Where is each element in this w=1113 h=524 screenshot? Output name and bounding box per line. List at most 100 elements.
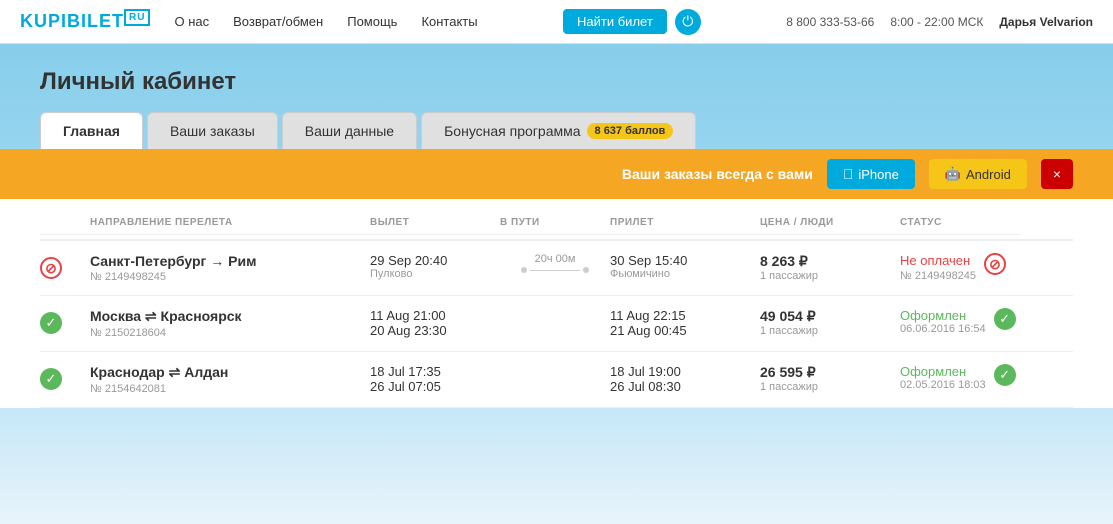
arrival-info: 18 Jul 19:00 26 Jul 08:30 [610, 364, 760, 394]
route-name: Санкт-Петербург → Рим [90, 253, 370, 269]
arrival-date: 18 Jul 19:00 [610, 364, 760, 379]
tab-orders[interactable]: Ваши заказы [147, 112, 278, 149]
departure-info: 29 Sep 20:40 Пулково [370, 253, 500, 280]
order-number: № 2154642081 [90, 383, 370, 395]
table-row[interactable]: ✓ Краснодар ⇌ Алдан № 2154642081 18 Jul … [40, 352, 1073, 408]
content-area: Ваши заказы всегда с вами  iPhone 🤖 And… [0, 149, 1113, 408]
power-button[interactable]: ⏻ [675, 9, 701, 35]
status-order-num: № 2149498245 [900, 270, 976, 282]
departure-date: 11 Aug 21:00 [370, 308, 500, 323]
arrival-info: 11 Aug 22:15 21 Aug 00:45 [610, 308, 760, 338]
status-label: Оформлен [900, 308, 986, 323]
departure-date2: 20 Aug 23:30 [370, 323, 500, 338]
col-status: СТАТУС [900, 207, 1020, 235]
arrival-date: 30 Sep 15:40 [610, 253, 760, 268]
departure-airport: Пулково [370, 268, 500, 280]
tab-bonus[interactable]: Бонусная программа 8 637 баллов [421, 112, 696, 149]
nav-returns[interactable]: Возврат/обмен [233, 14, 323, 29]
page-title-area: Личный кабинет [0, 44, 1113, 112]
apple-icon:  [843, 166, 854, 182]
search-input-text: Найти билет [577, 14, 653, 29]
arrival-date: 11 Aug 22:15 [610, 308, 760, 323]
page-title: Личный кабинет [40, 68, 1073, 96]
nav-about[interactable]: О нас [174, 14, 209, 29]
col-duration: В ПУТИ [500, 207, 610, 235]
col-arrival: ПРИЛЕТ [610, 207, 760, 235]
departure-info: 18 Jul 17:35 26 Jul 07:05 [370, 364, 500, 394]
price-value: 49 054 ₽ [760, 308, 900, 325]
header-left: KUPIBILETRU О нас Возврат/обмен Помощь К… [20, 11, 478, 32]
arrival-info: 30 Sep 15:40 Фьюмичино [610, 253, 760, 280]
flight-line [530, 270, 580, 271]
passenger-count: 1 пассажир [760, 325, 900, 337]
departure-date2: 26 Jul 07:05 [370, 379, 500, 394]
phone-number: 8 800 333-53-66 [786, 15, 874, 29]
price-info: 8 263 ₽ 1 пассажир [760, 253, 900, 282]
iphone-button[interactable]:  iPhone [827, 159, 915, 189]
col-price: ЦЕНА / ЛЮДИ [760, 207, 900, 235]
table-row[interactable]: ✓ Москва ⇌ Красноярск № 2150218604 11 Au… [40, 296, 1073, 352]
android-button[interactable]: 🤖 Android [929, 159, 1027, 189]
banner-close-button[interactable]: × [1041, 159, 1073, 189]
header-right: 8 800 333-53-66 8:00 - 22:00 МСК Дарья V… [786, 15, 1093, 29]
status-cancel-icon: ⊘ [984, 253, 1006, 275]
tab-data[interactable]: Ваши данные [282, 112, 417, 149]
main-background: Личный кабинет Главная Ваши заказы Ваши … [0, 44, 1113, 524]
bonus-badge: 8 637 баллов [587, 123, 674, 139]
departure-date: 29 Sep 20:40 [370, 253, 500, 268]
order-status-icon: ⊘ [40, 253, 90, 279]
order-status-icon: ✓ [40, 308, 90, 334]
status-date: 06.06.2016 16:54 [900, 323, 986, 335]
departure-info: 11 Aug 21:00 20 Aug 23:30 [370, 308, 500, 338]
app-banner-text: Ваши заказы всегда с вами [40, 166, 813, 182]
arrival-date2: 21 Aug 00:45 [610, 323, 760, 338]
table-row[interactable]: ⊘ Санкт-Петербург → Рим № 2149498245 29 … [40, 241, 1073, 296]
col-icon [40, 207, 90, 235]
check-icon: ✓ [40, 368, 62, 390]
order-route: Краснодар ⇌ Алдан № 2154642081 [90, 364, 370, 395]
col-route: НАПРАВЛЕНИЕ ПЕРЕЛЕТА [90, 207, 370, 235]
duration-line [521, 267, 589, 273]
order-route: Москва ⇌ Красноярск № 2150218604 [90, 308, 370, 339]
duration-text: 20ч 00м [535, 253, 576, 265]
status-check-icon: ✓ [994, 364, 1016, 386]
price-info: 26 595 ₽ 1 пассажир [760, 364, 900, 393]
order-number: № 2149498245 [90, 271, 370, 283]
orders-table-wrapper: НАПРАВЛЕНИЕ ПЕРЕЛЕТА ВЫЛЕТ В ПУТИ ПРИЛЕТ… [0, 199, 1113, 408]
price-info: 49 054 ₽ 1 пассажир [760, 308, 900, 337]
arrival-airport: Фьюмичино [610, 268, 760, 280]
table-headers: НАПРАВЛЕНИЕ ПЕРЕЛЕТА ВЫЛЕТ В ПУТИ ПРИЛЕТ… [40, 199, 1073, 241]
route-name: Краснодар ⇌ Алдан [90, 364, 370, 381]
order-number: № 2150218604 [90, 327, 370, 339]
logo[interactable]: KUPIBILETRU [20, 11, 150, 32]
price-value: 26 595 ₽ [760, 364, 900, 381]
working-hours: 8:00 - 22:00 МСК [890, 15, 983, 29]
route-name: Москва ⇌ Красноярск [90, 308, 370, 325]
iphone-label: iPhone [858, 167, 898, 182]
header: KUPIBILETRU О нас Возврат/обмен Помощь К… [0, 0, 1113, 44]
nav-help[interactable]: Помощь [347, 14, 397, 29]
cancel-icon: ⊘ [40, 257, 62, 279]
android-icon: 🤖 [945, 166, 961, 182]
dot-end [583, 267, 589, 273]
status-label: Оформлен [900, 364, 986, 379]
tab-main[interactable]: Главная [40, 112, 143, 149]
status-date: 02.05.2016 18:03 [900, 379, 986, 391]
arrival-date2: 26 Jul 08:30 [610, 379, 760, 394]
status-info: Оформлен 06.06.2016 16:54 ✓ [900, 308, 1020, 335]
col-departure: ВЫЛЕТ [370, 207, 500, 235]
order-status-icon: ✓ [40, 364, 90, 390]
passenger-count: 1 пассажир [760, 381, 900, 393]
status-info: Не оплачен № 2149498245 ⊘ [900, 253, 1020, 282]
duration-info: 20ч 00м [500, 253, 610, 273]
logo-suffix: RU [124, 9, 150, 26]
dot-start [521, 267, 527, 273]
user-name: Дарья Velvarion [999, 15, 1093, 29]
android-label: Android [966, 167, 1011, 182]
status-label: Не оплачен [900, 253, 976, 268]
search-button[interactable]: Найти билет [563, 9, 667, 34]
nav-contacts[interactable]: Контакты [421, 14, 477, 29]
check-icon: ✓ [40, 312, 62, 334]
tabs-area: Главная Ваши заказы Ваши данные Бонусная… [0, 112, 1113, 149]
order-route: Санкт-Петербург → Рим № 2149498245 [90, 253, 370, 283]
